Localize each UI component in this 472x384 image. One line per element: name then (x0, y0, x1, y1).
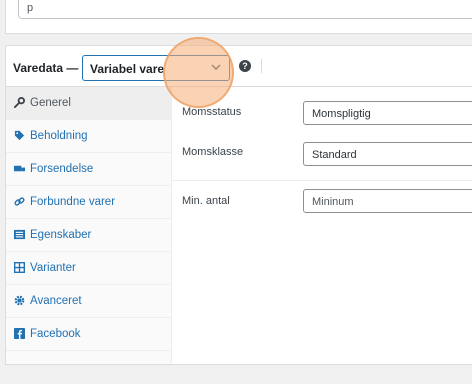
tag-icon (14, 130, 25, 141)
tab-inventory[interactable]: Beholdning (6, 120, 171, 153)
tax-status-value: Momspligtig (312, 108, 371, 120)
wrench-icon (14, 97, 25, 108)
facebook-icon (14, 328, 25, 339)
top-text-input[interactable]: p (18, 0, 472, 19)
top-panel: p (5, 0, 472, 34)
tab-label: Forsendelse (30, 163, 94, 175)
tab-label: Facebook (30, 328, 81, 340)
product-data-panel: Varedata — Variabel vare ? Generel Behol… (5, 37, 472, 365)
tab-label: Generel (30, 97, 71, 109)
tax-class-label: Momsklasse (182, 146, 244, 158)
truck-icon (14, 165, 25, 172)
product-data-header: Varedata — Variabel vare ? (6, 46, 472, 87)
tab-general[interactable]: Generel (6, 87, 171, 120)
tab-label: Forbundne varer (30, 196, 116, 208)
tab-label: Avanceret (30, 295, 82, 307)
header-divider (261, 59, 262, 73)
product-type-value: Variabel vare (90, 62, 165, 76)
min-qty-placeholder: Mininum (312, 196, 354, 208)
product-data-title: Varedata — (13, 61, 79, 75)
tab-advanced[interactable]: Avanceret (6, 285, 171, 318)
tab-attributes[interactable]: Egenskaber (6, 219, 171, 252)
tax-class-value: Standard (312, 149, 357, 161)
tab-linked-products[interactable]: Forbundne varer (6, 186, 171, 219)
tab-label: Varianter (30, 262, 76, 274)
gear-icon (14, 295, 25, 306)
tab-shipping[interactable]: Forsendelse (6, 153, 171, 186)
list-icon (14, 229, 25, 240)
question-circle-icon[interactable]: ? (239, 60, 251, 72)
min-qty-input[interactable]: Mininum (303, 189, 472, 213)
top-input-value: p (27, 2, 34, 14)
tax-status-label: Momsstatus (182, 106, 242, 118)
tax-class-select[interactable]: Standard (303, 142, 472, 166)
tab-facebook[interactable]: Facebook (6, 318, 171, 351)
grid-icon (14, 262, 25, 273)
tab-label: Beholdning (30, 130, 88, 142)
click-highlight (163, 37, 234, 108)
svg-text:?: ? (242, 61, 248, 71)
tax-status-select[interactable]: Momspligtig (303, 101, 472, 125)
tab-variations[interactable]: Varianter (6, 252, 171, 285)
min-qty-label: Min. antal (182, 195, 230, 207)
tab-label: Egenskaber (30, 229, 92, 241)
link-icon (14, 197, 25, 206)
product-data-tabs: Generel Beholdning Forsendelse Forbundne… (6, 87, 172, 364)
section-divider (172, 180, 472, 181)
